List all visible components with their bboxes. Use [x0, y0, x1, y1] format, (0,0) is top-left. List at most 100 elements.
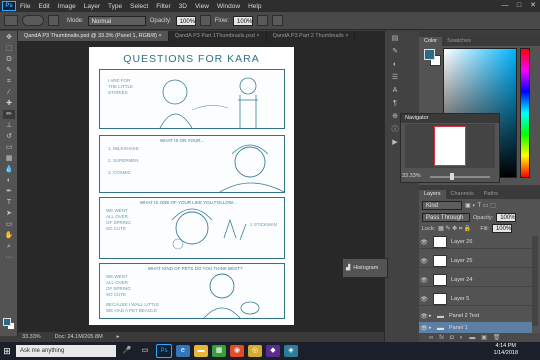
menu-help[interactable]: Help [244, 3, 265, 10]
tool-preset-icon[interactable] [4, 15, 18, 26]
gradient-tool-icon[interactable]: ▦ [3, 154, 15, 163]
maximize-button[interactable]: □ [512, 0, 526, 12]
eye-icon[interactable]: 👁 [419, 313, 429, 320]
healing-tool-icon[interactable]: ✚ [3, 99, 15, 108]
store-icon[interactable]: ▦ [212, 345, 226, 357]
airbrush-icon[interactable] [257, 15, 269, 26]
brush-preset-icon[interactable] [22, 15, 44, 26]
menu-window[interactable]: Window [213, 3, 244, 10]
task-view-icon[interactable]: ▭ [138, 345, 152, 357]
expand-arrow-icon[interactable]: ▸ [429, 325, 437, 331]
more-tools-icon[interactable]: ··· [3, 253, 15, 262]
layers-opacity-input[interactable]: 100% [496, 213, 517, 222]
eye-icon[interactable]: 👁 [419, 258, 429, 265]
close-button[interactable]: ✕ [526, 0, 540, 12]
color-foreground-swatch[interactable] [424, 49, 435, 60]
brush-tool-icon[interactable]: ✏ [3, 110, 15, 119]
layer-row[interactable]: 👁 Layer 5 [419, 293, 532, 306]
menu-file[interactable]: File [16, 3, 34, 10]
tab-qanda-p3-part2[interactable]: QandA P3 Part 2 Thumbnails × [267, 31, 356, 41]
move-tool-icon[interactable]: ✥ [3, 33, 15, 42]
layer-row[interactable]: 👁 Layer 26 [419, 236, 532, 249]
windows-start-icon[interactable]: ⊞ [0, 342, 14, 360]
status-menu-arrow-icon[interactable]: ▸ [117, 334, 120, 340]
flow-input[interactable]: 100% [233, 15, 254, 26]
zoom-readout[interactable]: 33.33% [22, 334, 41, 340]
properties-panel-icon[interactable]: ☰ [387, 73, 403, 83]
navigator-zoom-readout[interactable]: 33.33% [402, 173, 421, 179]
menu-type[interactable]: Type [104, 3, 126, 10]
blend-mode-select[interactable]: Pass Through [422, 213, 470, 222]
history-brush-tool-icon[interactable]: ↺ [3, 132, 15, 141]
character-panel-icon[interactable]: A [387, 86, 403, 96]
layer-style-icon[interactable]: fx [439, 335, 444, 341]
eye-icon[interactable]: 👁 [419, 239, 429, 246]
eraser-tool-icon[interactable]: ▭ [3, 143, 15, 152]
new-group-icon[interactable]: ▬ [469, 335, 475, 341]
adjustments-panel-icon[interactable]: ◐ [387, 60, 403, 70]
marquee-tool-icon[interactable]: ⬚ [3, 44, 15, 53]
taskbar-clock[interactable]: 4:14 PM 1/14/2018 [494, 343, 518, 357]
shape-tool-icon[interactable]: ▭ [3, 220, 15, 229]
lasso-tool-icon[interactable]: ʘ [3, 55, 15, 64]
layers-scrollbar[interactable] [532, 236, 538, 326]
tab-qanda-p3-part1[interactable]: QandA P3 Part 1Thumbnails.psd × [169, 31, 267, 41]
minimize-button[interactable]: — [498, 0, 512, 12]
menu-edit[interactable]: Edit [34, 3, 53, 10]
expand-arrow-icon[interactable]: ▸ [429, 313, 437, 319]
lock-icons[interactable]: ▦ ✎ ✥ ⌗ 🔒 [438, 225, 471, 233]
stamp-tool-icon[interactable]: ⊥ [3, 121, 15, 130]
tab-channels[interactable]: Channels [446, 190, 479, 199]
edge-icon[interactable]: e [176, 345, 190, 357]
dodge-tool-icon[interactable]: ◐ [3, 176, 15, 185]
navigator-zoom-slider[interactable] [430, 176, 490, 178]
menu-layer[interactable]: Layer [80, 3, 104, 10]
crop-tool-icon[interactable]: ⌗ [3, 77, 15, 86]
eyedropper-tool-icon[interactable]: ⁄ [3, 88, 15, 97]
tab-layers[interactable]: Layers [419, 190, 446, 199]
navigator-preview[interactable] [434, 126, 466, 166]
tab-swatches[interactable]: Swatches [442, 37, 476, 46]
brush-panel-icon[interactable]: ✎ [387, 47, 403, 57]
quick-select-tool-icon[interactable]: ✎ [3, 66, 15, 75]
fill-input[interactable]: 100% [491, 224, 512, 233]
path-select-tool-icon[interactable]: ➤ [3, 209, 15, 218]
mic-icon[interactable]: 🎤 [120, 345, 134, 357]
brush-panel-icon[interactable] [48, 15, 59, 26]
file-explorer-icon[interactable]: ▬ [194, 345, 208, 357]
tab-paths[interactable]: Paths [479, 190, 503, 199]
layer-row[interactable]: 👁 Layer 25 [419, 255, 532, 268]
menu-view[interactable]: View [191, 3, 213, 10]
app-icon-blue[interactable]: ◈ [284, 345, 298, 357]
zoom-tool-icon[interactable]: ⌕ [3, 242, 15, 251]
document-canvas[interactable]: QUESTIONS FOR KARA I ARE FOR THE LITTLE … [89, 47, 294, 325]
histogram-button[interactable]: ▟ Histogram [342, 258, 388, 278]
blur-tool-icon[interactable]: 💧 [3, 165, 15, 174]
link-layers-icon[interactable]: ∞ [429, 335, 433, 341]
app-icon-red[interactable]: ◉ [230, 345, 244, 357]
layer-row[interactable]: 👁 Layer 24 [419, 274, 532, 287]
menu-image[interactable]: Image [54, 3, 80, 10]
hand-tool-icon[interactable]: ✋ [3, 231, 15, 240]
type-tool-icon[interactable]: T [3, 198, 15, 207]
pressure-size-icon[interactable] [272, 15, 284, 26]
photoshop-taskbar-icon[interactable]: Ps [156, 344, 172, 358]
tab-qanda-p3-thumbnails[interactable]: QandA P3 Thumbnails.psd @ 33.3% (Panel 1… [18, 31, 169, 41]
adjustment-layer-icon[interactable]: ◐ [460, 335, 464, 341]
chrome-icon[interactable]: ◎ [248, 345, 262, 357]
opacity-input[interactable]: 100% [175, 15, 196, 26]
layer-filter-icons[interactable]: ▣ ◐ T ▭ ⬚ [465, 202, 496, 209]
new-layer-icon[interactable]: ▣ [481, 334, 487, 341]
history-panel-icon[interactable]: ▤ [387, 34, 403, 44]
taskbar-search-input[interactable]: Ask me anything [16, 345, 116, 357]
paragraph-panel-icon[interactable]: ¶ [387, 99, 403, 109]
menu-3d[interactable]: 3D [175, 3, 191, 10]
pen-tool-icon[interactable]: ✒ [3, 187, 15, 196]
delete-layer-icon[interactable]: 🗑 [493, 334, 501, 341]
hue-slider[interactable] [520, 48, 530, 178]
add-mask-icon[interactable]: ◘ [450, 335, 454, 341]
layer-filter-kind[interactable]: Kind [422, 201, 462, 210]
menu-select[interactable]: Select [126, 3, 152, 10]
eye-icon[interactable]: 👁 [419, 296, 429, 303]
eye-icon[interactable]: 👁 [419, 325, 429, 332]
